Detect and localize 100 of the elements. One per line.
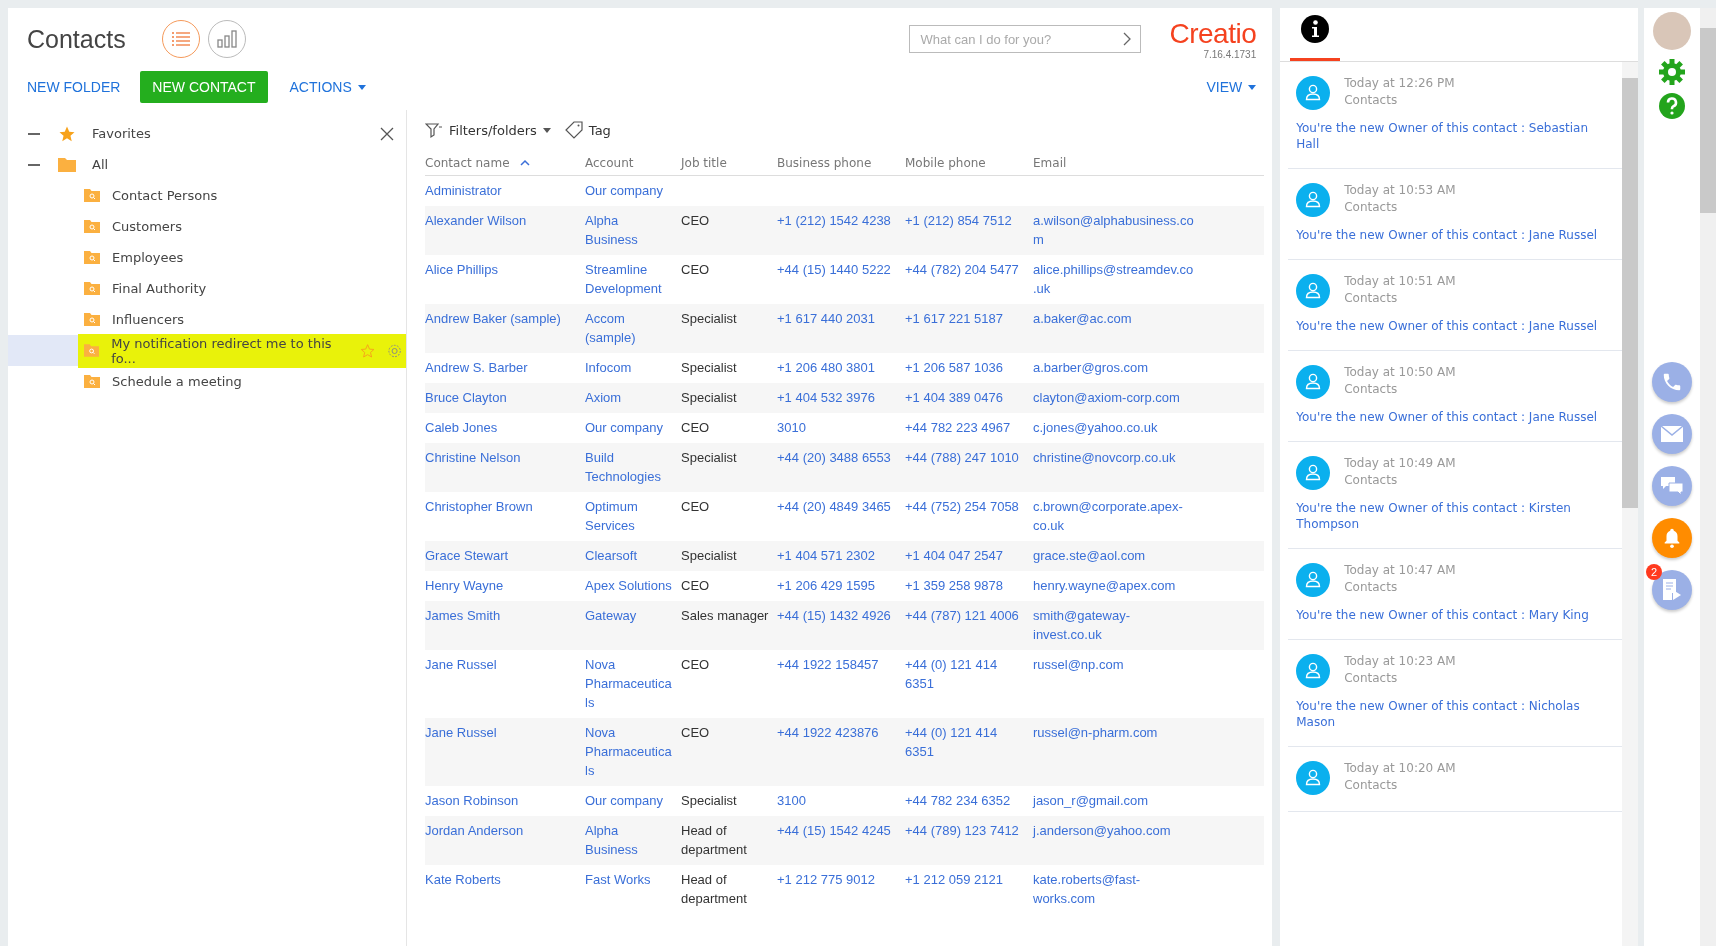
column-header[interactable]: Business phone [777,155,872,170]
notification-card[interactable]: Today at 10:47 AM Contacts You're the new Owner of this contact : Mary King [1288,549,1623,640]
folder-row[interactable]: Contact Persons [8,180,406,211]
notification-card[interactable]: Today at 12:26 PM Contacts You're the new Owner of this contact : Sebastian Hall [1288,62,1623,169]
phone-link[interactable]: +44 (15) 1542 4245 [777,821,897,840]
account-link[interactable]: Axiom [585,388,673,407]
table-row[interactable]: Bruce Clayton Axiom Specialist +1 404 532 3976 +1 404 389 0476 clayton@axiom-corp.com [425,383,1265,413]
contact-name-link[interactable]: Alice Phillips [425,260,577,279]
table-row[interactable]: Alice Phillips Streamline Development CEO +44 (15) 1440 5222 +44 (782) 204 5477 alice.phillips@streamdev.co.uk [425,255,1265,304]
filters-menu[interactable]: Filters/folders [425,121,551,139]
user-avatar[interactable] [1653,12,1692,50]
phone-link[interactable]: +1 (212) 1542 4238 [777,211,897,230]
table-row[interactable]: Henry Wayne Apex Solutions CEO +1 206 429 1595 +1 359 258 9878 henry.wayne@apex.com [425,571,1265,601]
account-link[interactable]: Our company [585,181,673,200]
email-link[interactable]: a.baker@ac.com [1033,309,1195,328]
email-link[interactable]: c.brown@corporate.apex-co.uk [1033,497,1195,535]
phone-link[interactable]: 3010 [777,418,897,437]
folder-item[interactable]: Favorites [92,126,151,141]
folder-item[interactable]: Employees [112,250,184,265]
phone-link[interactable]: +1 404 389 0476 [905,388,1025,407]
notification-message-link[interactable]: You're the new Owner of this contact : Mary King [1296,607,1599,623]
contact-name-link[interactable]: Kate Roberts [425,870,577,889]
phone-link[interactable]: +44 782 234 6352 [905,791,1025,810]
contact-name-link[interactable]: Andrew S. Barber [425,358,577,377]
phone-link[interactable]: +1 404 047 2547 [905,546,1025,565]
actions-menu[interactable]: ACTIONS [289,73,366,101]
contact-name-link[interactable]: Henry Wayne [425,576,577,595]
phone-link[interactable]: +44 (20) 3488 6553 [777,448,897,467]
contact-name-link[interactable]: Alexander Wilson [425,211,577,230]
phone-link[interactable]: +1 617 440 2031 [777,309,897,328]
account-link[interactable]: Optimum Services [585,497,673,535]
notification-card[interactable]: Today at 10:53 AM Contacts You're the new Owner of this contact : Jane Russel [1288,169,1623,260]
folder-row[interactable]: Customers [8,211,406,242]
account-link[interactable]: Alpha Business [585,211,673,249]
phone-link[interactable]: +1 206 480 3801 [777,358,897,377]
phone-link[interactable]: +44 (15) 1440 5222 [777,260,897,279]
notification-message-link[interactable]: You're the new Owner of this contact : Jane Russel [1296,227,1599,243]
phone-link[interactable]: +44 782 223 4967 [905,418,1025,437]
folder-item[interactable]: Schedule a meeting [112,374,242,389]
phone-link[interactable]: +44 (788) 247 1010 [905,448,1025,467]
folder-row[interactable]: Influencers [8,304,406,335]
phone-link[interactable]: +44 1922 158457 [777,655,897,674]
contact-name-link[interactable]: Caleb Jones [425,418,577,437]
notification-card[interactable]: Today at 10:49 AM Contacts You're the new Owner of this contact : Kirsten Thompson [1288,442,1623,549]
notification-message-link[interactable]: You're the new Owner of this contact : Jane Russel [1296,318,1599,334]
phone-link[interactable]: +1 617 221 5187 [905,309,1025,328]
chat-button[interactable] [1652,466,1693,506]
close-icon[interactable] [380,126,394,141]
folder-row[interactable]: Final Authority [8,273,406,304]
table-row[interactable]: Jane Russel Nova Pharmaceuticals CEO +44 1922 158457 +44 (0) 121 414 6351 russel@np.com [425,650,1265,718]
column-header[interactable]: Contact name [425,155,510,170]
list-view-button[interactable] [161,20,200,58]
collapse-icon[interactable] [28,132,40,135]
sort-ascending-icon[interactable] [519,159,530,166]
feed-button[interactable] [1652,570,1693,610]
email-button[interactable] [1652,414,1693,454]
contact-name-link[interactable]: Andrew Baker (sample) [425,309,577,328]
phone-link[interactable]: 3100 [777,791,897,810]
table-row[interactable]: Andrew S. Barber Infocom Specialist +1 206 480 3801 +1 206 587 1036 a.barber@gros.com [425,353,1265,383]
column-header[interactable]: Job title [681,155,727,170]
new-folder-button[interactable]: NEW FOLDER [27,73,121,101]
account-link[interactable]: Alpha Business [585,821,673,859]
email-link[interactable]: alice.phillips@streamdev.co.uk [1033,260,1195,298]
contact-name-link[interactable]: Bruce Clayton [425,388,577,407]
table-row[interactable]: Jane Russel Nova Pharmaceuticals CEO +44 1922 423876 +44 (0) 121 414 6351 russel@n-pharm.com [425,718,1265,786]
table-row[interactable]: Andrew Baker (sample) Accom (sample) Specialist +1 617 440 2031 +1 617 221 5187 a.baker@ac.com [425,304,1265,353]
account-link[interactable]: Nova Pharmaceuticals [585,655,673,712]
email-link[interactable]: a.barber@gros.com [1033,358,1195,377]
table-row[interactable]: James Smith Gateway Sales manager +44 (15) 1432 4926 +44 (787) 121 4006 smith@gateway-invest.co.uk [425,601,1265,650]
email-link[interactable]: smith@gateway-invest.co.uk [1033,606,1195,644]
chart-view-button[interactable] [207,20,246,58]
phone-link[interactable]: +1 212 775 9012 [777,870,897,889]
account-link[interactable]: Clearsoft [585,546,673,565]
phone-link[interactable]: +1 359 258 9878 [905,576,1025,595]
email-link[interactable]: jason_r@gmail.com [1033,791,1195,810]
folder-item[interactable]: Final Authority [112,281,207,296]
folder-row[interactable]: My notification redirect me to this fo... [8,335,406,366]
tag-button[interactable]: Tag [564,121,611,139]
folder-item[interactable]: Contact Persons [112,188,218,203]
scrollbar[interactable] [1622,62,1639,946]
notification-message-link[interactable]: You're the new Owner of this contact : Jane Russel [1296,409,1599,425]
phone-link[interactable]: +44 (0) 121 414 6351 [905,723,1025,761]
contact-name-link[interactable]: Jane Russel [425,723,577,742]
view-menu[interactable]: VIEW [1206,73,1257,101]
phone-link[interactable]: +44 (789) 123 7412 [905,821,1025,840]
phone-link[interactable]: +44 (752) 254 7058 [905,497,1025,516]
phone-link[interactable]: +44 (0) 121 414 6351 [905,655,1025,693]
phone-button[interactable] [1652,362,1693,402]
settings-icon[interactable] [386,342,402,359]
contact-name-link[interactable]: Grace Stewart [425,546,577,565]
table-row[interactable]: Administrator Our company [425,176,1265,206]
notification-card[interactable]: Today at 10:50 AM Contacts You're the new Owner of this contact : Jane Russel [1288,351,1623,442]
notification-message-link[interactable]: You're the new Owner of this contact : Kirsten Thompson [1296,500,1599,532]
phone-link[interactable]: +1 404 571 2302 [777,546,897,565]
phone-link[interactable]: +1 404 532 3976 [777,388,897,407]
contact-name-link[interactable]: James Smith [425,606,577,625]
folder-item[interactable]: My notification redirect me to this fo... [111,335,348,366]
account-link[interactable]: Our company [585,418,673,437]
account-link[interactable]: Streamline Development [585,260,673,298]
contact-name-link[interactable]: Christine Nelson [425,448,577,467]
